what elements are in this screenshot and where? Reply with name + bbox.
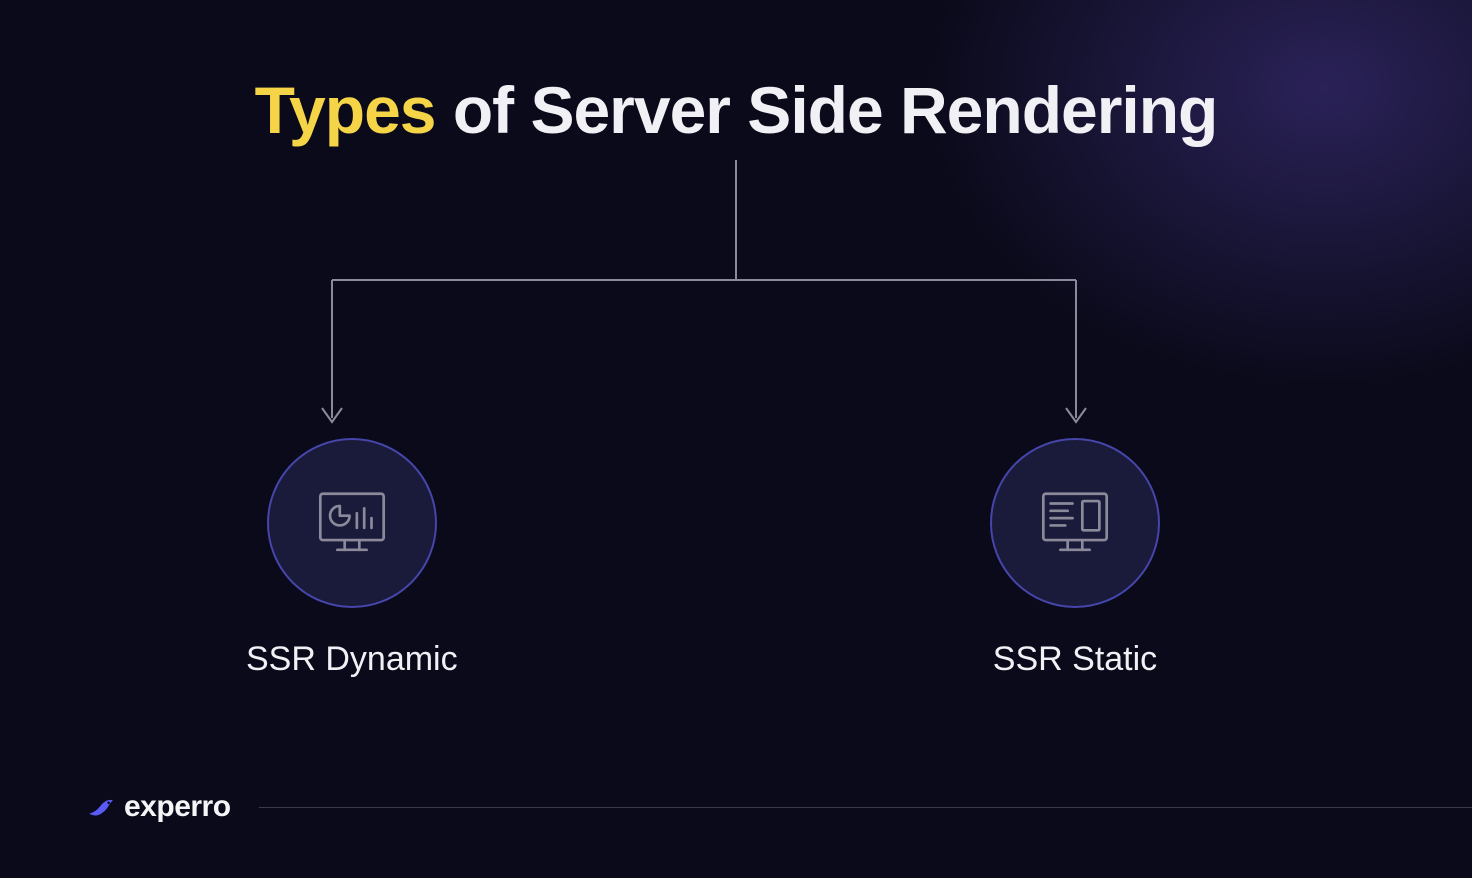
layout-icon [1036,484,1114,562]
diagram-title: Types of Server Side Rendering [0,72,1472,148]
node-label: SSR Dynamic [246,640,458,679]
connector-lines [0,160,1472,440]
footer-divider [259,807,1472,808]
node-ssr-static: SSR Static [990,438,1160,679]
title-highlight: Types [255,73,436,147]
node-circle [267,438,437,608]
brand-name: experro [124,790,231,824]
node-circle [990,438,1160,608]
footer: experro [84,790,1472,824]
dashboard-icon [313,484,391,562]
title-rest: of Server Side Rendering [435,73,1217,147]
brand-logo: experro [84,790,231,824]
node-label: SSR Static [993,640,1157,679]
bird-icon [84,790,118,824]
node-ssr-dynamic: SSR Dynamic [246,438,458,679]
